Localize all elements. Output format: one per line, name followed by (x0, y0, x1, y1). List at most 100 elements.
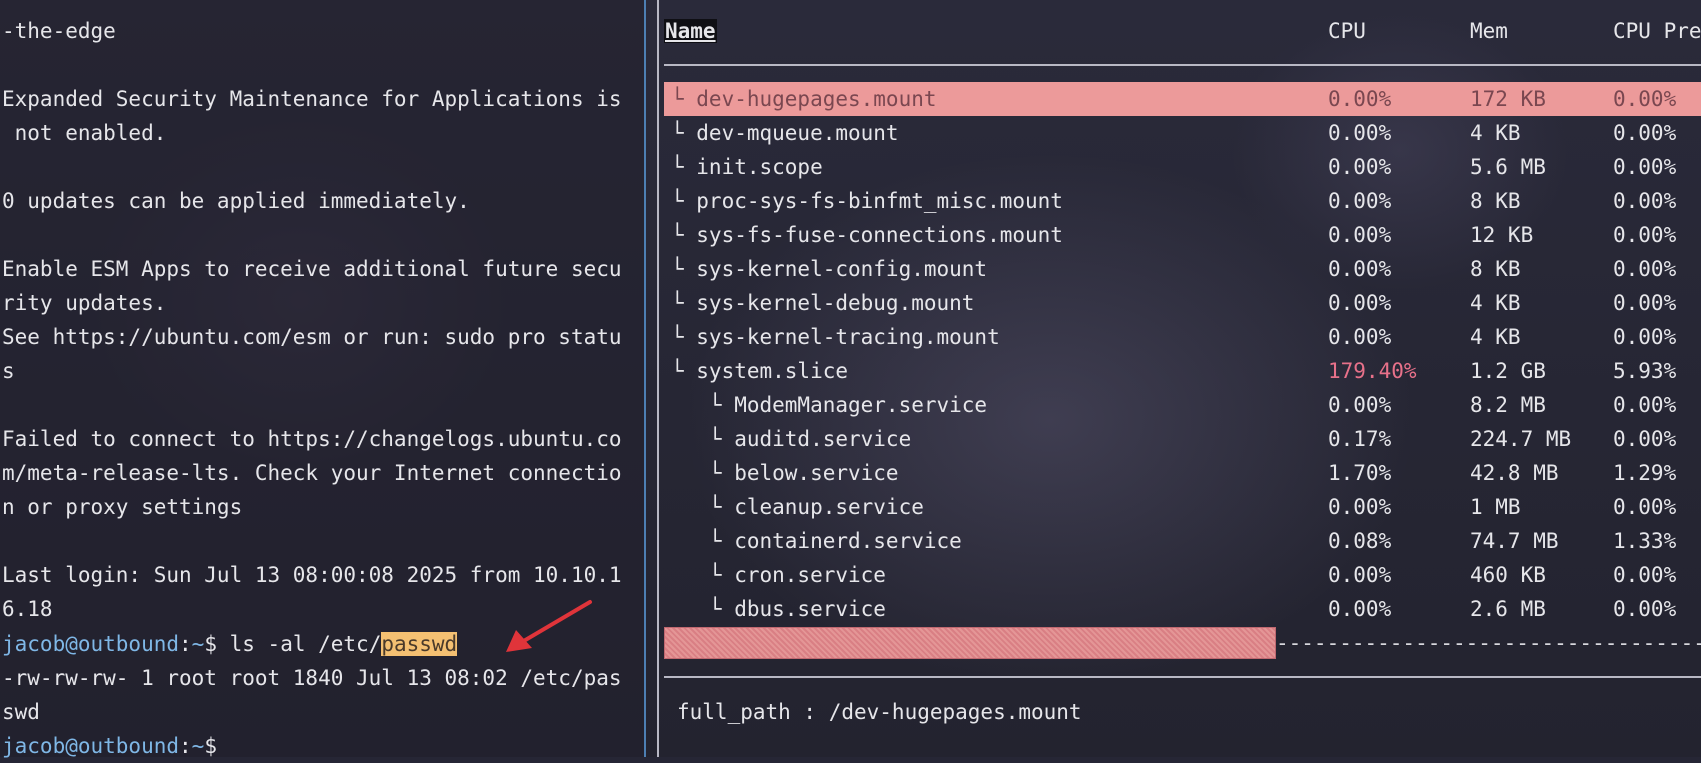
cell-name: └ auditd.service (671, 427, 912, 451)
cell-cpu: 0.00% (1328, 291, 1392, 315)
prompt-separator: : (179, 734, 192, 758)
terminal-line: s (2, 359, 15, 383)
terminal-command-line: jacob@outbound:~$ ls -al /etc/passwd (2, 627, 458, 661)
cell-cpu-pressure: 1.33% (1613, 529, 1677, 553)
terminal-line: n or proxy settings (2, 495, 243, 519)
terminal-line: See https://ubuntu.com/esm or run: sudo … (2, 325, 622, 349)
table-row[interactable]: └ proc-sys-fs-binfmt_misc.mount 0.00% 8 KB… (664, 184, 1701, 218)
cell-name: └ dev-mqueue.mount (671, 121, 899, 145)
red-arrow-icon (506, 600, 592, 652)
cell-name: └ sys-kernel-debug.mount (671, 291, 975, 315)
cell-cpu-pressure: 0.00% (1613, 121, 1677, 145)
table-row[interactable]: └ containerd.service 0.08% 74.7 MB 1.33% (664, 524, 1701, 558)
cell-name: └ ModemManager.service (671, 393, 988, 417)
cell-cpu-pressure: 0.00% (1613, 291, 1677, 315)
terminal-line: Last login: Sun Jul 13 08:00:08 2025 fro… (2, 563, 622, 587)
cell-name: └ containerd.service (671, 529, 962, 553)
table-row[interactable]: └ auditd.service 0.17% 224.7 MB 0.00% (664, 422, 1701, 456)
prompt-path: ~ (191, 632, 205, 656)
cell-cpu-pressure: 0.00% (1613, 563, 1677, 587)
cell-name: └ dbus.service (671, 597, 886, 621)
table-row[interactable]: └ sys-kernel-debug.mount 0.00% 4 KB 0.00% (664, 286, 1701, 320)
prompt-user: jacob@outbound (2, 632, 180, 656)
cell-mem: 4 KB (1470, 325, 1521, 349)
table-row[interactable]: └ init.scope 0.00% 5.6 MB 0.00% (664, 150, 1701, 184)
terminal-line: not enabled. (2, 121, 167, 145)
cell-cpu: 0.00% (1328, 563, 1392, 587)
cell-cpu: 0.00% (1328, 121, 1392, 145)
terminal-line: 0 updates can be applied immediately. (2, 189, 470, 213)
cell-name: └ sys-kernel-tracing.mount (671, 325, 1000, 349)
terminal-line: -the-edge (2, 19, 116, 43)
table-row[interactable]: └ below.service 1.70% 42.8 MB 1.29% (664, 456, 1701, 490)
cell-cpu-pressure: 0.00% (1613, 325, 1677, 349)
column-header-mem[interactable]: Mem (1470, 14, 1508, 48)
cell-cpu: 0.00% (1328, 325, 1392, 349)
cell-cpu: 0.00% (1328, 189, 1392, 213)
table-row[interactable]: └ ModemManager.service 0.00% 8.2 MB 0.00% (664, 388, 1701, 422)
highlighted-text[interactable]: passwd (381, 632, 458, 656)
cell-mem: 172 KB (1470, 87, 1546, 111)
footer-rule (664, 676, 1701, 678)
cell-cpu: 0.00% (1328, 393, 1392, 417)
cell-cpu: 1.70% (1328, 461, 1392, 485)
cell-cpu: 0.08% (1328, 529, 1392, 553)
cell-name: └ init.scope (671, 155, 823, 179)
progress-bar-track: ----------------------------------------… (1276, 631, 1701, 655)
cell-mem: 74.7 MB (1470, 529, 1559, 553)
terminal-line: Enable ESM Apps to receive additional fu… (2, 257, 622, 281)
pane-divider[interactable] (644, 0, 646, 757)
table-row[interactable]: └ system.slice 179.40% 1.2 GB 5.93% (664, 354, 1701, 388)
terminal-line: Expanded Security Maintenance for Applic… (2, 87, 622, 111)
table-row[interactable]: └ dev-hugepages.mount 0.00% 172 KB 0.00% (664, 82, 1701, 116)
column-header-name[interactable]: Name (664, 14, 717, 48)
terminal-pane[interactable]: -the-edge Expanded Security Maintenance f… (0, 0, 644, 758)
cell-cpu-pressure: 0.00% (1613, 393, 1677, 417)
prompt-symbol: $ (204, 734, 230, 758)
column-header-cpu[interactable]: CPU (1328, 14, 1366, 48)
cell-mem: 8.2 MB (1470, 393, 1546, 417)
cell-name: └ sys-kernel-config.mount (671, 257, 988, 281)
cell-mem: 2.6 MB (1470, 597, 1546, 621)
full-path-label: full_path : /dev-hugepages.mount (677, 700, 1082, 724)
cell-mem: 42.8 MB (1470, 461, 1559, 485)
cell-cpu: 0.00% (1328, 87, 1392, 111)
cell-name: └ dev-hugepages.mount (671, 87, 937, 111)
cell-cpu-pressure: 5.93% (1613, 359, 1677, 383)
prompt-symbol: $ (204, 632, 230, 656)
cell-name: └ cleanup.service (671, 495, 924, 519)
column-header-cpu-pressure[interactable]: CPU Pre (1613, 14, 1701, 48)
table-row[interactable]: └ cron.service 0.00% 460 KB 0.00% (664, 558, 1701, 592)
cell-cpu-pressure: 0.00% (1613, 223, 1677, 247)
cell-cpu: 0.00% (1328, 495, 1392, 519)
table-row[interactable]: └ dev-mqueue.mount 0.00% 4 KB 0.00% (664, 116, 1701, 150)
table-row[interactable]: └ cleanup.service 0.00% 1 MB 0.00% (664, 490, 1701, 524)
cell-name: └ below.service (671, 461, 899, 485)
cell-cpu: 0.17% (1328, 427, 1392, 451)
column-header-name-label: Name (664, 19, 717, 43)
cell-cpu-pressure: 0.00% (1613, 155, 1677, 179)
table-row[interactable]: └ sys-fs-fuse-connections.mount 0.00% 12 K… (664, 218, 1701, 252)
header-rule (664, 64, 1701, 66)
cell-name: └ cron.service (671, 563, 886, 587)
cell-cpu-pressure: 0.00% (1613, 87, 1677, 111)
terminal-input-line[interactable]: jacob@outbound:~$ (2, 729, 230, 763)
cell-cpu-pressure: 0.00% (1613, 597, 1677, 621)
cell-name: └ proc-sys-fs-binfmt_misc.mount (671, 189, 1063, 213)
cell-cpu-pressure: 0.00% (1613, 427, 1677, 451)
cell-cpu: 0.00% (1328, 223, 1392, 247)
cell-cpu-pressure: 0.00% (1613, 495, 1677, 519)
cell-cpu: 179.40% (1328, 359, 1417, 383)
table-row[interactable]: └ sys-kernel-tracing.mount 0.00% 4 KB 0.00% (664, 320, 1701, 354)
terminal-line: Failed to connect to https://changelogs.… (2, 427, 622, 451)
prompt-path: ~ (191, 734, 205, 758)
terminal-line: 6.18 (2, 597, 53, 621)
table-row[interactable]: └ dbus.service 0.00% 2.6 MB 0.00% (664, 592, 1701, 626)
cell-mem: 4 KB (1470, 121, 1521, 145)
cell-mem: 8 KB (1470, 257, 1521, 281)
prompt-user: jacob@outbound (2, 734, 180, 758)
table-row[interactable]: └ sys-kernel-config.mount 0.00% 8 KB 0.00% (664, 252, 1701, 286)
cell-cpu-pressure: 0.00% (1613, 257, 1677, 281)
cell-cpu: 0.00% (1328, 155, 1392, 179)
cell-cpu: 0.00% (1328, 257, 1392, 281)
